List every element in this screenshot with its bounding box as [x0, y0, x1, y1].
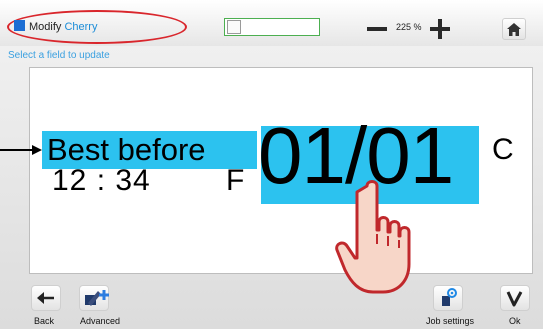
f-field[interactable]: F — [226, 164, 244, 198]
pointer-hand-icon — [335, 180, 411, 294]
zoom-value: 225 % — [396, 22, 422, 32]
back-button[interactable] — [31, 285, 61, 311]
back-arrow-icon — [37, 292, 54, 304]
window-title: Modify Cherry — [14, 20, 97, 33]
job-settings-button[interactable] — [433, 285, 463, 311]
home-icon — [507, 23, 521, 36]
advanced-edit-icon — [85, 290, 109, 306]
back-label: Back — [34, 316, 55, 326]
annotation-arrow-icon — [0, 145, 42, 155]
c-field[interactable]: C — [492, 133, 514, 167]
ok-label: Ok — [509, 316, 521, 326]
progress-indicator — [224, 18, 320, 36]
title-prefix: Modify — [29, 21, 62, 33]
advanced-label: Advanced — [80, 316, 121, 326]
home-button[interactable] — [502, 18, 526, 40]
title-job-name: Cherry — [64, 21, 98, 33]
zoom-minus-icon[interactable] — [367, 27, 387, 31]
ok-button[interactable] — [500, 285, 530, 311]
job-settings-label: Job settings — [426, 316, 475, 326]
zoom-plus-icon[interactable] — [430, 19, 450, 39]
advanced-button[interactable] — [79, 285, 109, 311]
time-field[interactable]: 12 : 34 — [52, 164, 151, 198]
job-settings-icon — [442, 288, 457, 306]
instruction-text: Select a field to update — [8, 50, 110, 61]
progress-handle — [227, 20, 241, 34]
title-color-square — [14, 20, 25, 31]
header-bar: Modify Cherry 225 % — [0, 0, 543, 46]
ok-check-icon — [506, 291, 523, 307]
best-before-text: Best before — [47, 132, 206, 167]
